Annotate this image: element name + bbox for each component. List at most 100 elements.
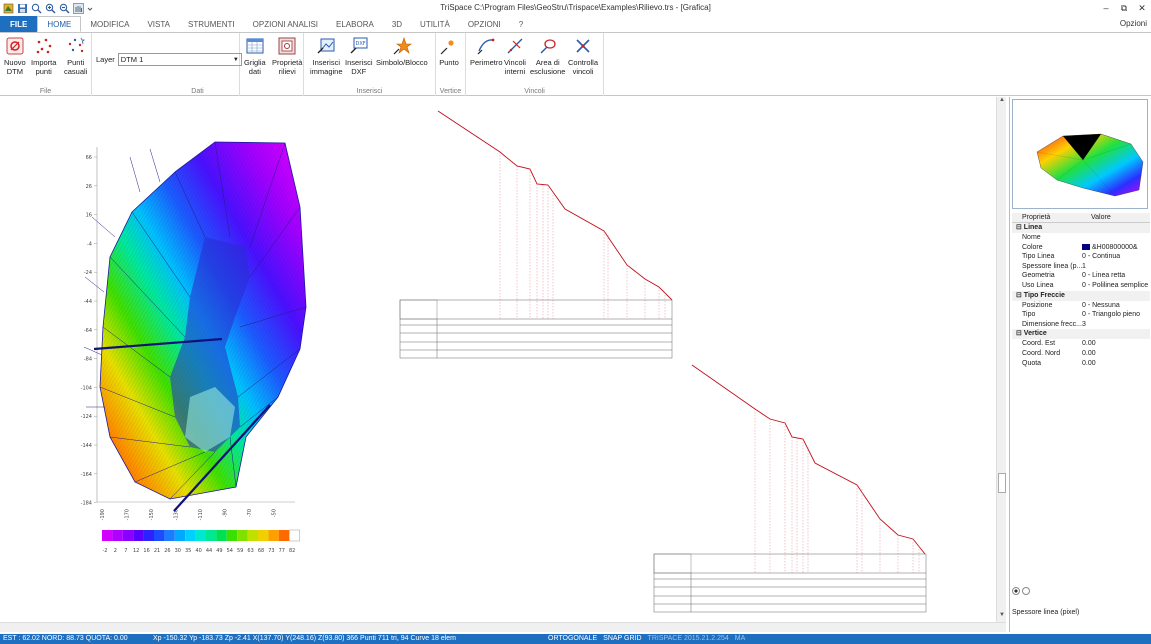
profile-section-1[interactable] bbox=[399, 110, 673, 359]
property-row[interactable]: Coord. Nord 0.00 bbox=[1012, 349, 1150, 359]
y-tick-label: -184 bbox=[81, 501, 92, 507]
property-row[interactable]: Spessore linea (p... 1 bbox=[1012, 262, 1150, 272]
insert-dxf-button[interactable]: DXF Inserisci DXF bbox=[345, 36, 373, 76]
property-value[interactable]: 0 - Linea retta bbox=[1082, 271, 1150, 281]
symbol-block-button[interactable]: Simbolo/Blocco bbox=[376, 36, 428, 67]
property-value[interactable]: 3 bbox=[1082, 320, 1150, 330]
check-constraints-button[interactable]: Controlla vincoli bbox=[568, 36, 598, 76]
legend-swatch bbox=[258, 530, 269, 541]
legend-value: 30 bbox=[175, 548, 181, 554]
restore-button[interactable]: ⧉ bbox=[1115, 0, 1133, 16]
data-grid-button[interactable]: Griglia dati bbox=[244, 36, 266, 76]
legend-value: 16 bbox=[143, 548, 149, 554]
legend-value: 73 bbox=[268, 548, 274, 554]
legend-swatch bbox=[195, 530, 206, 541]
tab-utilita[interactable]: UTILITÀ bbox=[411, 16, 459, 32]
scroll-down-arrow-icon[interactable]: ▼ bbox=[997, 612, 1007, 622]
y-tick-label: -4 bbox=[87, 241, 92, 247]
point-button[interactable]: Punto bbox=[439, 36, 459, 67]
property-value[interactable] bbox=[1082, 233, 1150, 243]
point-icon bbox=[440, 40, 454, 55]
property-row[interactable]: Colore &H00800000& bbox=[1012, 243, 1150, 253]
scroll-thumb[interactable] bbox=[998, 473, 1006, 493]
tab-strumenti[interactable]: STRUMENTI bbox=[179, 16, 244, 32]
minimize-button[interactable]: – bbox=[1097, 0, 1115, 16]
import-points-button[interactable]: Importa punti bbox=[31, 36, 56, 76]
legend-value: 68 bbox=[258, 548, 264, 554]
dtm-surface[interactable] bbox=[83, 141, 307, 512]
group-dati: Layer DTM 1 ▼ Dati bbox=[92, 33, 242, 96]
property-row[interactable]: Coord. Est 0.00 bbox=[1012, 339, 1150, 349]
property-value[interactable]: &H00800000& bbox=[1082, 243, 1150, 253]
drawing-canvas[interactable]: 66 26 16 -4 -24 -44 -64 -84 -104 -124 -144 -164 -184… bbox=[0, 97, 996, 622]
property-value[interactable]: 0.00 bbox=[1082, 359, 1150, 369]
exclusion-area-icon bbox=[540, 39, 556, 54]
tab-elabora[interactable]: ELABORA bbox=[327, 16, 383, 32]
internal-constraints-button[interactable]: Vincoli interni bbox=[504, 36, 526, 76]
snap-grid-toggle[interactable]: SNAP GRID bbox=[600, 634, 644, 644]
property-row[interactable]: Uso Linea 0 - Polilinea semplice bbox=[1012, 281, 1150, 291]
insert-dxf-icon: DXF bbox=[350, 37, 368, 54]
property-row[interactable]: Tipo 0 - Triangolo pieno bbox=[1012, 310, 1150, 320]
tab-opzioni[interactable]: OPZIONI bbox=[459, 16, 510, 32]
property-key: Nome bbox=[1022, 234, 1041, 241]
y-tick-label: -44 bbox=[84, 299, 92, 305]
tab-opzioni-analisi[interactable]: OPZIONI ANALISI bbox=[244, 16, 327, 32]
property-value[interactable]: 1 bbox=[1082, 262, 1150, 272]
property-row[interactable]: Geometria 0 - Linea retta bbox=[1012, 271, 1150, 281]
property-section[interactable]: ⊟ Vertice bbox=[1012, 329, 1150, 340]
tab-modifica[interactable]: MODIFICA bbox=[81, 16, 138, 32]
y-tick-label: 26 bbox=[86, 184, 92, 190]
layer-dropdown[interactable]: DTM 1 ▼ bbox=[117, 53, 242, 66]
x-tick-label: -150 bbox=[149, 509, 155, 520]
categorized-radio[interactable] bbox=[1012, 587, 1020, 595]
legend-swatch bbox=[122, 530, 134, 541]
ortogonale-toggle[interactable]: ORTOGONALE bbox=[545, 634, 600, 644]
tab-3d[interactable]: 3D bbox=[383, 16, 411, 32]
status-extra: MA bbox=[734, 635, 746, 642]
property-value[interactable]: 0.00 bbox=[1082, 349, 1150, 359]
survey-properties-button[interactable]: Proprietà rilievi bbox=[272, 36, 302, 76]
insert-image-button[interactable]: Inserisci immagine bbox=[310, 36, 343, 76]
legend-value: 77 bbox=[279, 548, 285, 554]
legend-swatch bbox=[164, 530, 175, 541]
exclusion-area-button[interactable]: Area di esclusione bbox=[530, 36, 565, 76]
options-link[interactable]: Opzioni bbox=[1120, 19, 1147, 28]
vertical-scrollbar[interactable]: ▲ ▼ bbox=[996, 97, 1006, 622]
property-value[interactable]: 0.00 bbox=[1082, 339, 1150, 349]
property-key: Dimensione frecc... bbox=[1022, 320, 1082, 328]
property-row[interactable]: Quota 0.00 bbox=[1012, 359, 1150, 369]
tab-file[interactable]: FILE bbox=[0, 16, 38, 32]
perimeter-button[interactable]: Perimetro bbox=[470, 36, 503, 67]
property-section[interactable]: ⊟ Tipo Freccie bbox=[1012, 290, 1150, 301]
profile-section-2[interactable] bbox=[653, 364, 927, 613]
property-value[interactable]: 0 - Nessuna bbox=[1082, 301, 1150, 311]
tab-help[interactable]: ? bbox=[510, 16, 532, 32]
status-coordinates: EST : 62.02 NORD: 88.73 QUOTA: 0.00 bbox=[3, 635, 128, 642]
tab-vista[interactable]: VISTA bbox=[138, 16, 179, 32]
3d-preview[interactable] bbox=[1012, 99, 1148, 209]
property-section[interactable]: ⊟ Linea bbox=[1012, 223, 1150, 233]
property-row[interactable]: Posizione 0 - Nessuna bbox=[1012, 301, 1150, 311]
property-value[interactable]: 0 - Triangolo pieno bbox=[1082, 310, 1150, 320]
group-dati-buttons: Griglia dati Proprietà rilievi bbox=[240, 33, 304, 96]
tab-home[interactable]: HOME bbox=[37, 16, 82, 32]
legend-value: 63 bbox=[247, 548, 253, 554]
view-mode-radios bbox=[1012, 587, 1030, 595]
property-row[interactable]: Nome bbox=[1012, 233, 1150, 243]
close-button[interactable]: ✕ bbox=[1133, 0, 1151, 16]
x-tick-label: -170 bbox=[125, 509, 131, 520]
properties-grid: Proprietà Valore ⊟ Linea Nome Colore &H008000… bbox=[1012, 213, 1150, 368]
property-row[interactable]: Tipo Linea 0 - Continua bbox=[1012, 252, 1150, 262]
property-value[interactable]: 0 - Polilinea semplice bbox=[1082, 281, 1150, 291]
property-row[interactable]: Dimensione frecc... 3 bbox=[1012, 320, 1150, 330]
right-panel: Proprietà Valore ⊟ Linea Nome Colore &H008000… bbox=[1009, 97, 1151, 632]
property-value[interactable]: 0 - Continua bbox=[1082, 252, 1150, 262]
random-points-button[interactable]: Punti casuali bbox=[64, 36, 87, 76]
new-dtm-button[interactable]: Nuovo DTM bbox=[4, 36, 26, 76]
alphabetical-radio[interactable] bbox=[1022, 587, 1030, 595]
grid-icon bbox=[246, 38, 264, 54]
scroll-up-arrow-icon[interactable]: ▲ bbox=[997, 97, 1007, 107]
horizontal-scrollbar[interactable] bbox=[0, 622, 1006, 632]
y-tick-label: -84 bbox=[84, 357, 92, 363]
